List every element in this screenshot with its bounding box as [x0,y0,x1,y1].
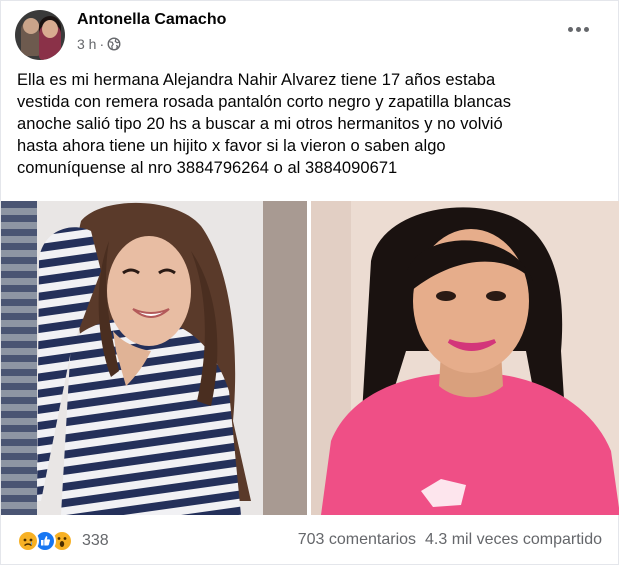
reaction-summary[interactable]: 338 [17,530,109,552]
post-meta: 3 h · [77,36,121,52]
more-options-icon[interactable] [564,19,592,39]
reaction-count[interactable]: 338 [82,532,109,550]
shares-count[interactable]: 4.3 mil veces compartido [425,531,602,549]
post-text: Ella es mi hermana Alejandra Nahir Alvar… [17,71,512,177]
sad-reaction-icon [17,530,39,552]
photo-girl-striped-shirt[interactable] [1,201,307,515]
post-time[interactable]: 3 h [77,36,96,52]
photo-grid [1,201,619,515]
author-name[interactable]: Antonella Camacho [77,11,226,29]
post-card: Antonella Camacho 3 h · Ella es mi herma… [0,0,619,565]
globe-icon[interactable] [107,37,121,51]
author-avatar[interactable] [15,10,65,60]
comments-count[interactable]: 703 comentarios [298,531,416,549]
post-footer: 338 703 comentarios 4.3 mil veces compar… [1,515,619,565]
engagement-stats: 703 comentarios 4.3 mil veces compartido [298,531,602,549]
photo-girl-pink-shirt[interactable] [311,201,619,515]
